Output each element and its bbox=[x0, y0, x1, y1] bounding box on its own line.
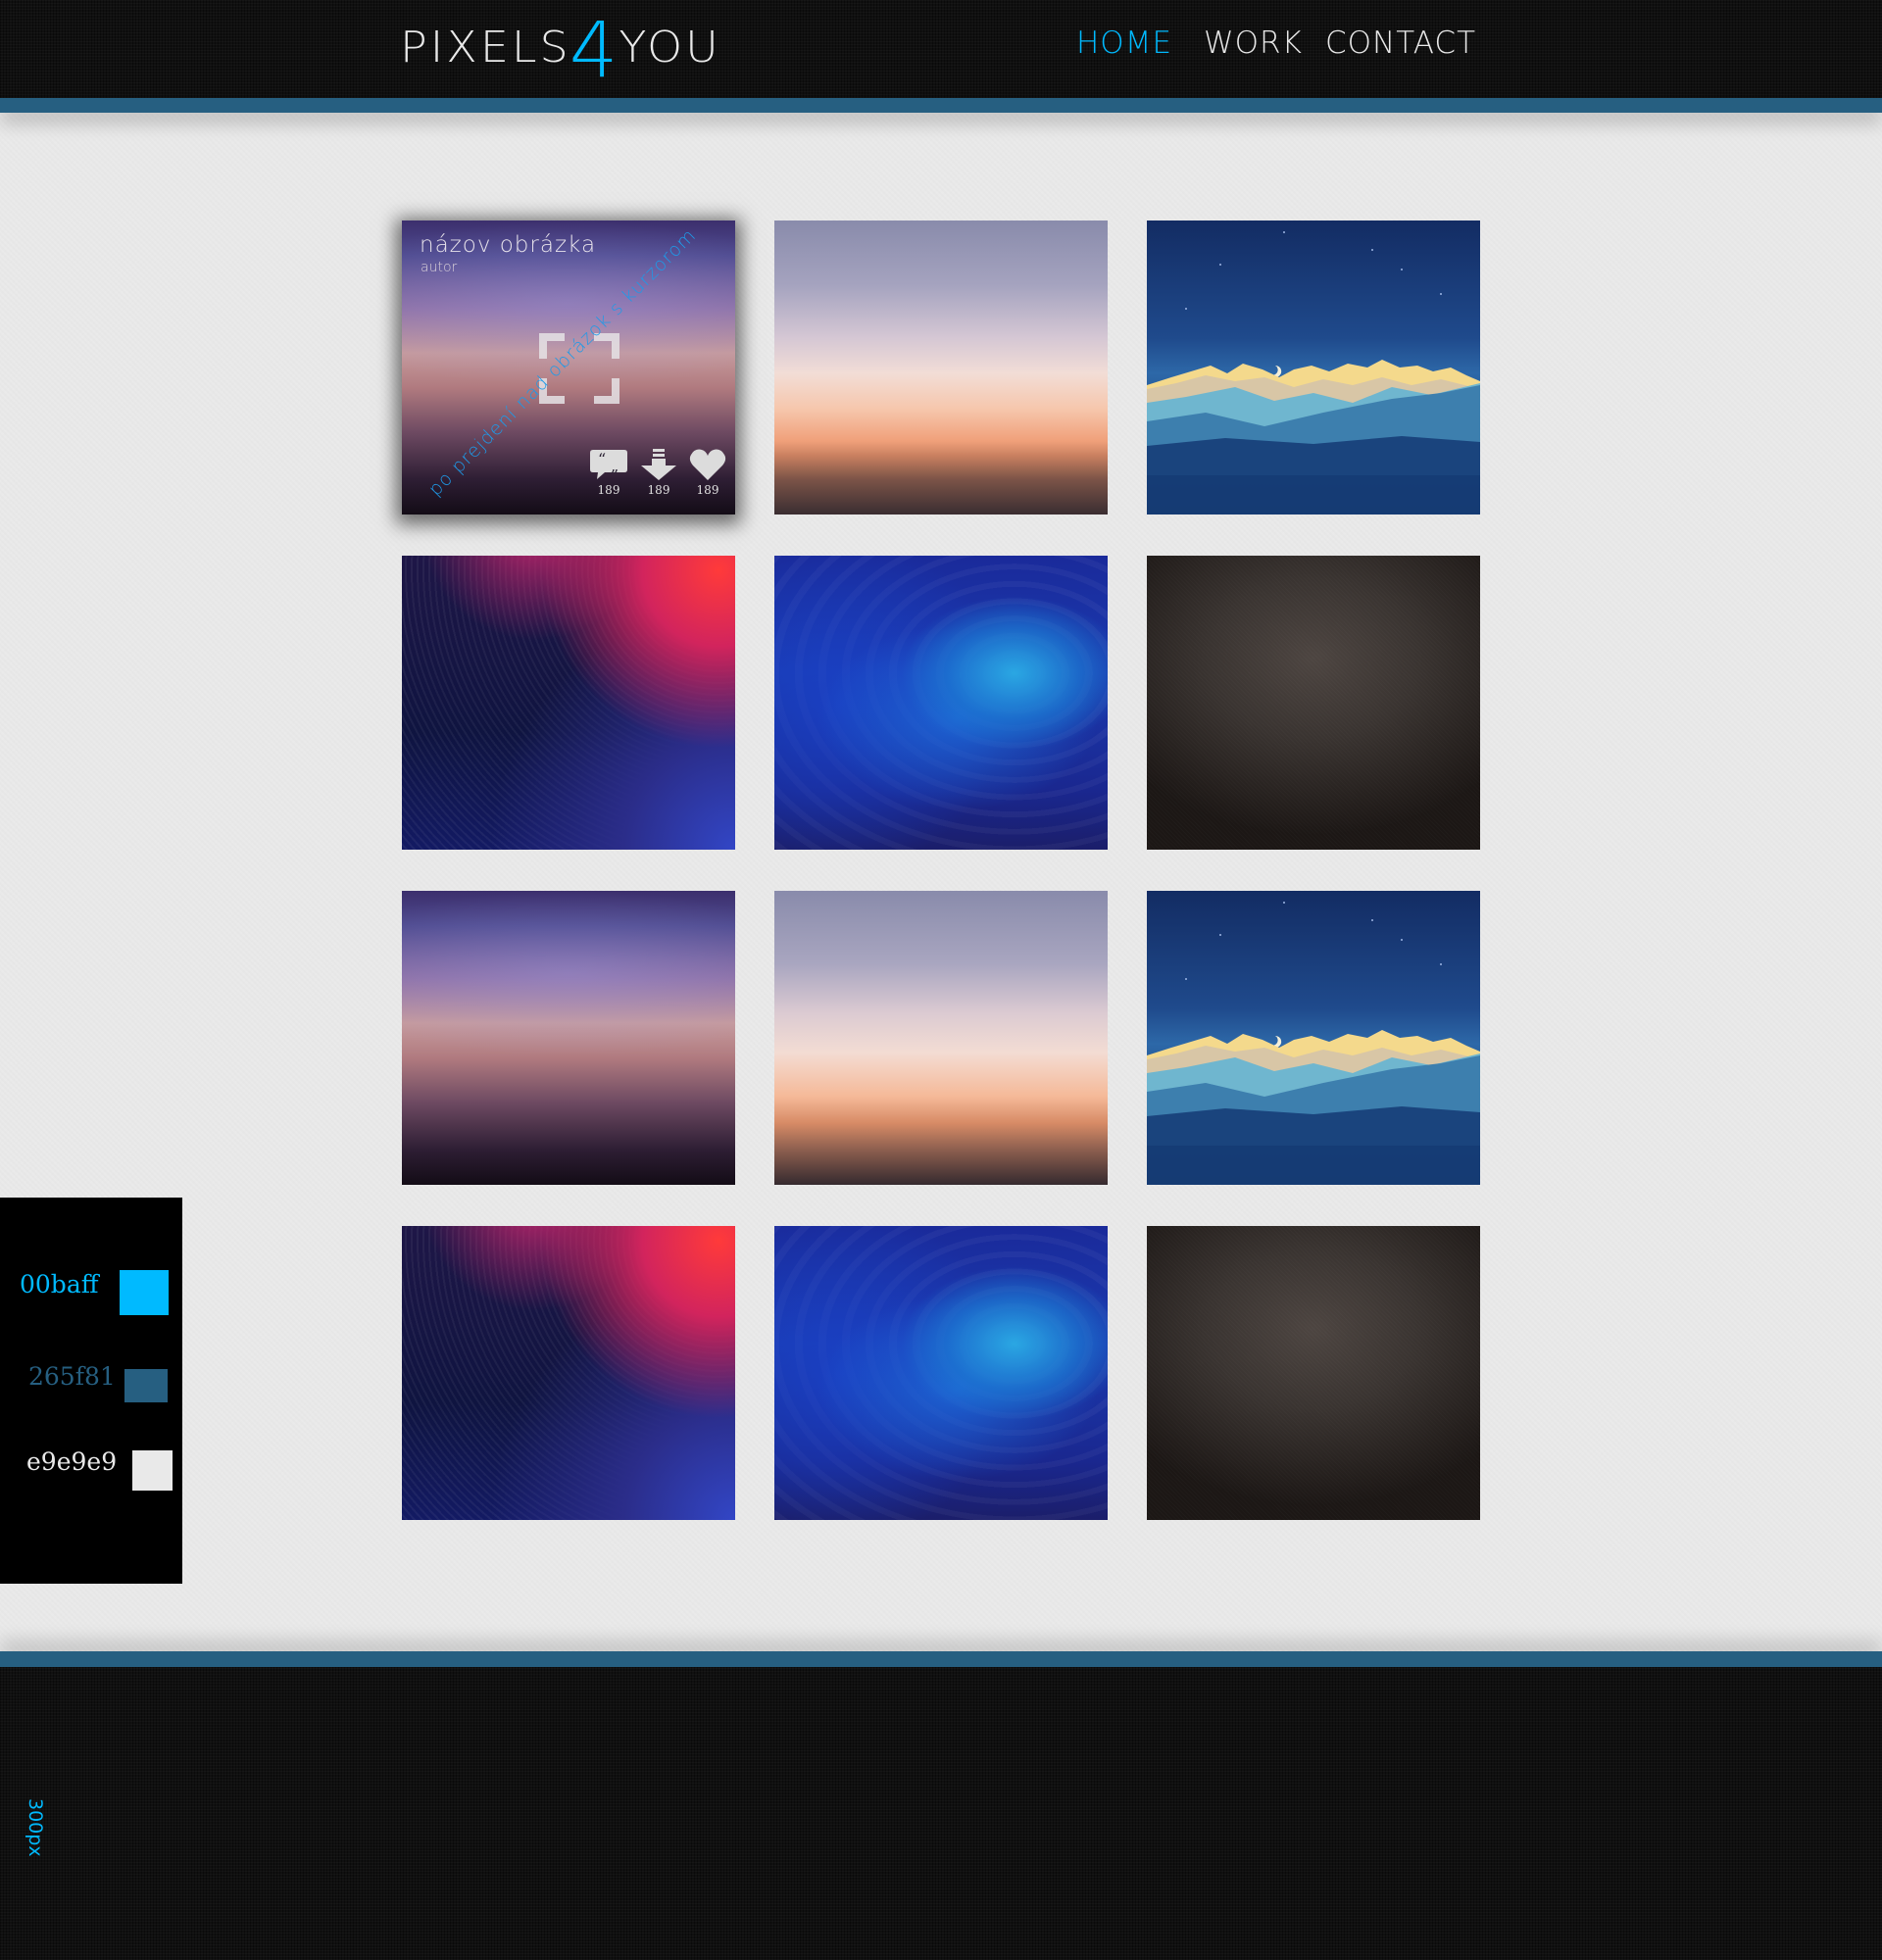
gallery-tile[interactable] bbox=[1147, 1226, 1480, 1520]
color-palette-legend: 00baff 265f81 e9e9e9 bbox=[0, 1198, 182, 1584]
swatch-label: e9e9e9 bbox=[26, 1447, 118, 1476]
swatch-label: 265f81 bbox=[28, 1362, 116, 1391]
tile-image-dark-brown-texture bbox=[1147, 1226, 1480, 1520]
downloads-stat[interactable]: 189 bbox=[637, 448, 680, 497]
logo-text-pixels: PIXELS bbox=[400, 22, 571, 73]
gallery-tile[interactable] bbox=[402, 1226, 735, 1520]
tile-image-blurred-dusk-sky bbox=[402, 891, 735, 1185]
comments-count: 189 bbox=[597, 483, 620, 497]
logo-digit-four: 4 bbox=[569, 7, 621, 95]
downloads-count: 189 bbox=[647, 483, 670, 497]
tile-image-red-blue-rays bbox=[402, 1226, 735, 1520]
gallery-tile-hovered[interactable]: názov obrázka autor po prejdení nad obrá… bbox=[402, 220, 735, 514]
gallery-tile[interactable] bbox=[1147, 891, 1480, 1185]
footer-height-annotation: 300px bbox=[25, 1798, 46, 1857]
image-author: autor bbox=[421, 260, 458, 275]
comments-stat[interactable]: “ „ 189 bbox=[587, 448, 630, 497]
hover-overlay: názov obrázka autor po prejdení nad obrá… bbox=[402, 220, 735, 514]
tile-image-blue-ripples bbox=[774, 1226, 1108, 1520]
likes-count: 189 bbox=[696, 483, 719, 497]
tile-image-sunset-gradient bbox=[774, 891, 1108, 1185]
color-swatch bbox=[124, 1369, 168, 1402]
header-accent-stripe bbox=[0, 98, 1882, 113]
download-icon bbox=[641, 449, 676, 480]
image-title: názov obrázka bbox=[420, 232, 597, 258]
tile-image-blue-ripples bbox=[774, 556, 1108, 850]
gallery-tile[interactable] bbox=[774, 891, 1108, 1185]
nav-work-link[interactable]: WORK bbox=[1204, 25, 1303, 61]
color-swatch bbox=[132, 1450, 173, 1491]
tile-image-red-blue-rays bbox=[402, 556, 735, 850]
comment-icon: “ „ bbox=[590, 450, 627, 479]
tile-image-mountain-night bbox=[1147, 220, 1480, 514]
logo[interactable]: PIXELS 4 YOU bbox=[400, 7, 723, 95]
nav-home-link[interactable]: HOME bbox=[1076, 25, 1172, 61]
svg-text:„: „ bbox=[611, 457, 619, 475]
gallery-tile[interactable] bbox=[402, 556, 735, 850]
tile-image-blurred-dusk-sky: názov obrázka autor po prejdení nad obrá… bbox=[402, 220, 735, 514]
site-footer bbox=[0, 1667, 1882, 1960]
gallery-tile[interactable] bbox=[402, 891, 735, 1185]
heart-icon bbox=[689, 449, 726, 480]
tile-image-dark-brown-texture bbox=[1147, 556, 1480, 850]
gallery-tile[interactable] bbox=[1147, 220, 1480, 514]
gallery-tile[interactable] bbox=[1147, 556, 1480, 850]
footer-accent-stripe bbox=[0, 1651, 1882, 1667]
nav-contact-link[interactable]: CONTACT bbox=[1325, 25, 1476, 61]
swatch-label: 00baff bbox=[20, 1270, 99, 1298]
image-gallery: názov obrázka autor po prejdení nad obrá… bbox=[402, 220, 1480, 1520]
gallery-tile[interactable] bbox=[774, 1226, 1108, 1520]
gallery-tile[interactable] bbox=[774, 220, 1108, 514]
gallery-tile[interactable] bbox=[774, 556, 1108, 850]
tile-image-mountain-night bbox=[1147, 891, 1480, 1185]
likes-stat[interactable]: 189 bbox=[686, 448, 729, 497]
color-swatch bbox=[120, 1270, 169, 1315]
site-header: PIXELS 4 YOU HOME WORK CONTACT bbox=[0, 0, 1882, 98]
tile-image-sunset-gradient bbox=[774, 220, 1108, 514]
svg-text:“: “ bbox=[598, 450, 606, 468]
logo-text-you: YOU bbox=[619, 22, 721, 73]
